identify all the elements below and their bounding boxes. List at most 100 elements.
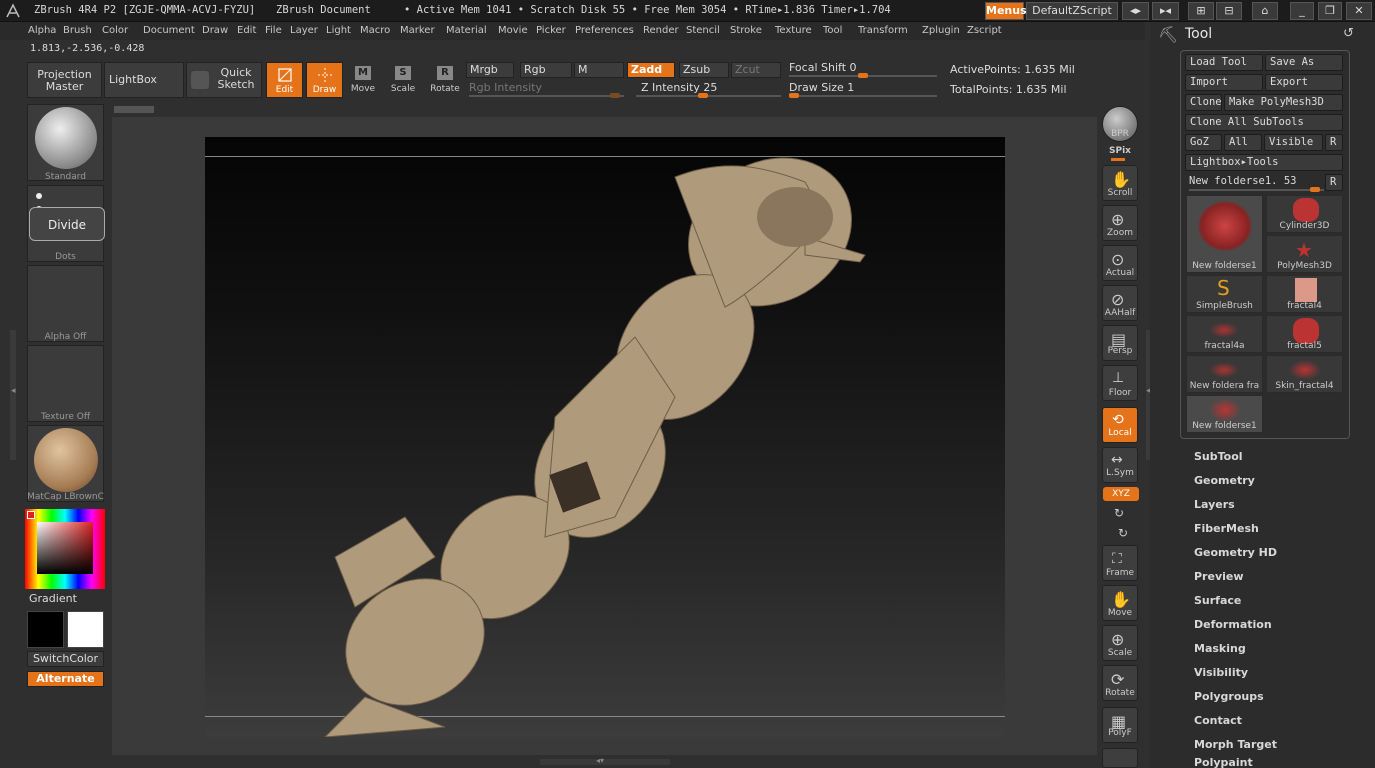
document-canvas[interactable] — [205, 137, 1005, 737]
draw-button[interactable]: Draw — [306, 62, 343, 98]
subpalette-layers[interactable]: Layers — [1194, 498, 1235, 511]
zadd-button[interactable]: Zadd — [627, 62, 675, 78]
visible-button[interactable]: Visible — [1264, 134, 1323, 151]
tool-thumb-cylinder3d[interactable]: Cylinder3D — [1266, 195, 1343, 233]
rgb-intensity-slider[interactable] — [469, 95, 624, 97]
clone-button[interactable]: Clone — [1185, 94, 1222, 111]
maximize-icon[interactable]: ❐ — [1318, 2, 1342, 20]
menu-stencil[interactable]: Stencil — [686, 25, 720, 36]
menu-preferences[interactable]: Preferences — [575, 25, 634, 36]
menu-render[interactable]: Render — [643, 25, 679, 36]
switch-color-button[interactable]: SwitchColor — [27, 651, 104, 667]
lightbox-button[interactable]: LightBox — [104, 62, 184, 98]
rgb-intensity-knob[interactable] — [610, 93, 620, 98]
edit-button[interactable]: Edit — [266, 62, 303, 98]
tool-slider-track[interactable] — [1189, 189, 1324, 191]
alpha-selector[interactable] — [27, 265, 104, 342]
tool-thumb-skin-fractal4[interactable]: Skin_fractal4 — [1266, 355, 1343, 393]
draw-size-slider[interactable] — [789, 95, 937, 97]
menu-movie[interactable]: Movie — [498, 25, 528, 36]
dock-right-icon[interactable]: ⊟ — [1216, 2, 1242, 20]
subpalette-geometry-hd[interactable]: Geometry HD — [1194, 546, 1277, 559]
menu-marker[interactable]: Marker — [400, 25, 435, 36]
canvas-scroll-handle[interactable] — [114, 106, 154, 113]
tool-thumb-fractal4a[interactable]: fractal4a — [1186, 315, 1263, 353]
m-button[interactable]: M — [574, 62, 624, 78]
subpalette-visibility[interactable]: Visibility — [1194, 666, 1248, 679]
close-icon[interactable]: ✕ — [1346, 2, 1372, 20]
subpalette-preview[interactable]: Preview — [1194, 570, 1244, 583]
menu-layer[interactable]: Layer — [290, 25, 318, 36]
scroll-right-icon[interactable]: ▸◂ — [1152, 2, 1179, 20]
color-picker-square[interactable] — [37, 522, 93, 574]
tool-thumb-fractal5[interactable]: fractal5 — [1266, 315, 1343, 353]
menu-stroke[interactable]: Stroke — [730, 25, 762, 36]
export-button[interactable]: Export — [1265, 74, 1343, 91]
spix-label[interactable]: SPix — [1098, 146, 1142, 156]
scale-button[interactable]: S Scale — [386, 62, 420, 98]
tool-thumb-new-foldera[interactable]: New foldera fra — [1186, 355, 1263, 393]
lock-icon[interactable]: ⌂ — [1252, 2, 1278, 20]
menu-draw[interactable]: Draw — [202, 25, 228, 36]
goz-r-button[interactable]: R — [1325, 134, 1343, 151]
subpalette-geometry[interactable]: Geometry — [1194, 474, 1255, 487]
material-selector[interactable] — [27, 425, 104, 502]
reset-icon[interactable]: ↺ — [1343, 26, 1354, 41]
gradient-label[interactable]: Gradient — [29, 592, 77, 605]
subpalette-deformation[interactable]: Deformation — [1194, 618, 1272, 631]
subpalette-masking[interactable]: Masking — [1194, 642, 1246, 655]
menu-material[interactable]: Material — [446, 25, 487, 36]
menu-texture[interactable]: Texture — [775, 25, 812, 36]
tool-thumb-new-folderse1-b[interactable]: New folderse1 — [1186, 395, 1263, 433]
z-intensity-knob[interactable] — [698, 93, 708, 98]
menu-color[interactable]: Color — [102, 25, 128, 36]
minimize-icon[interactable]: _ — [1290, 2, 1314, 20]
subpalette-fibermesh[interactable]: FiberMesh — [1194, 522, 1259, 535]
zcut-button[interactable]: Zcut — [731, 62, 781, 78]
scroll-left-icon[interactable]: ◂▸ — [1122, 2, 1149, 20]
menu-file[interactable]: File — [265, 25, 282, 36]
rgb-button[interactable]: Rgb — [520, 62, 572, 78]
texture-selector[interactable] — [27, 345, 104, 422]
color-picker[interactable] — [25, 509, 105, 589]
clone-all-subtools-button[interactable]: Clone All SubTools — [1185, 114, 1343, 131]
menu-zscript[interactable]: Zscript — [967, 25, 1002, 36]
menu-edit[interactable]: Edit — [237, 25, 256, 36]
subpalette-polypaint[interactable]: Polypaint — [1194, 756, 1253, 768]
rotate-y-icon[interactable]: ↻ — [1114, 506, 1124, 520]
rotate-button[interactable]: R Rotate — [428, 62, 462, 98]
primary-color-swatch[interactable] — [27, 611, 64, 648]
move-button[interactable]: M Move — [346, 62, 380, 98]
import-button[interactable]: Import — [1185, 74, 1263, 91]
menu-brush[interactable]: Brush — [63, 25, 92, 36]
make-polymesh3d-button[interactable]: Make PolyMesh3D — [1224, 94, 1343, 111]
quick-sketch-button[interactable]: Quick Sketch — [186, 62, 262, 98]
default-zscript-button[interactable]: DefaultZScript — [1026, 2, 1118, 20]
menu-macro[interactable]: Macro — [360, 25, 390, 36]
canvas-bottom-scroll[interactable] — [540, 759, 670, 765]
stroke-selector[interactable]: Divide — [27, 185, 105, 262]
xyz-button[interactable]: XYZ — [1103, 487, 1139, 501]
mrgb-button[interactable]: Mrgb — [466, 62, 514, 78]
save-as-button[interactable]: Save As — [1265, 54, 1343, 71]
menu-zplugin[interactable]: Zplugin — [922, 25, 960, 36]
draw-size-knob[interactable] — [789, 93, 799, 98]
lightbox-tools-button[interactable]: Lightbox▸Tools — [1185, 154, 1343, 171]
fractal-sculpt-model[interactable] — [205, 137, 1005, 737]
alternate-button[interactable]: Alternate — [27, 671, 104, 687]
subpalette-surface[interactable]: Surface — [1194, 594, 1241, 607]
menus-button[interactable]: Menus — [985, 2, 1027, 20]
menu-document[interactable]: Document — [143, 25, 195, 36]
projection-master-button[interactable]: Projection Master — [27, 62, 102, 98]
spix-slider-knob[interactable] — [1111, 158, 1125, 161]
bottom-tray-arrows-icon[interactable]: ◂▾ — [596, 756, 604, 765]
tool-pin-icon[interactable]: ⛏ — [1158, 25, 1178, 44]
tool-thumb-simplebrush[interactable]: S SimpleBrush — [1186, 275, 1263, 313]
all-button[interactable]: All — [1224, 134, 1262, 151]
collapse-left-icon[interactable]: ◂ — [11, 386, 16, 396]
transp-button[interactable] — [1102, 748, 1138, 768]
tool-slider-r-button[interactable]: R — [1325, 174, 1343, 191]
zsub-button[interactable]: Zsub — [679, 62, 729, 78]
dock-left-icon[interactable]: ⊞ — [1188, 2, 1214, 20]
tool-thumb-fractal4[interactable]: fractal4 — [1266, 275, 1343, 313]
